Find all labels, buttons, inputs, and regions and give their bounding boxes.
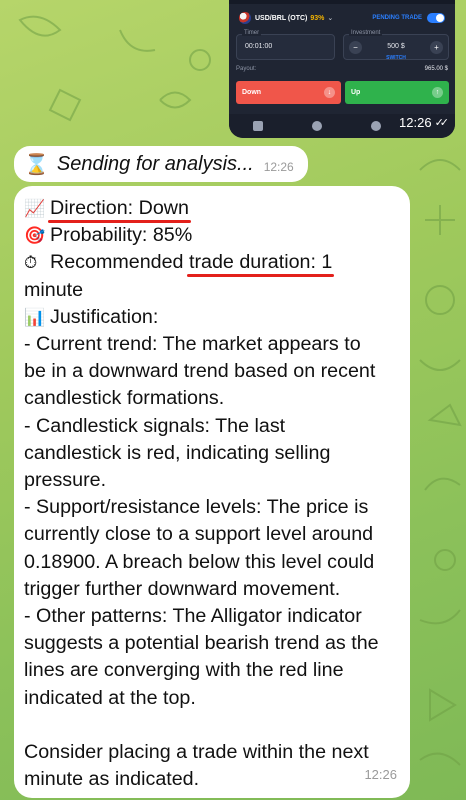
screenshot-message-time: 12:26 ✓✓ <box>399 115 450 130</box>
timer-value: 00:01:00 <box>245 43 273 50</box>
justification-text: 0.18900. A breach below this level could <box>24 550 375 573</box>
help-icon <box>311 121 322 131</box>
justification-text: indicated at the top. <box>24 686 196 709</box>
payout-percent: 93% <box>310 14 325 22</box>
asset-pair: USD/BRL (OTC) <box>255 14 308 22</box>
payout-amount: 965.00 $ <box>424 66 448 72</box>
duration-suffix: minute <box>24 278 84 301</box>
justification-text: - Other patterns: The Alligator indicato… <box>24 605 362 628</box>
duration-line: ⏱ Recommended trade duration: 1 <box>24 249 400 276</box>
timer-field: Timer 00:01:00 <box>236 30 335 60</box>
asset-header: USD/BRL (OTC) 93% ⌄ PENDING TRADE <box>239 10 445 26</box>
sent-time: 12:26 <box>399 115 432 130</box>
payout-row: Payout: 965.00 $ <box>236 66 448 72</box>
justification-text: trigger further downward movement. <box>24 577 341 600</box>
screenshot-top-bar <box>229 0 455 4</box>
investment-field: Investment − 500 $ SWITCH + <box>343 30 449 61</box>
sending-time: 12:26 <box>263 160 294 174</box>
chevron-down-icon: ⌄ <box>327 15 334 22</box>
double-check-icon: ✓✓ <box>434 117 450 129</box>
up-button-preview: Up ↑ <box>345 81 449 104</box>
trade-screenshot-image[interactable]: USD/BRL (OTC) 93% ⌄ PENDING TRADE Timer … <box>229 0 455 138</box>
bar-chart-icon: 📊 <box>24 307 46 327</box>
justification-line: 📊 Justification: <box>24 304 400 331</box>
justification-text: candlestick formations. <box>24 387 225 410</box>
arrow-up-icon: ↑ <box>432 87 443 98</box>
up-label: Up <box>351 89 361 96</box>
target-icon: 🎯 <box>24 226 46 246</box>
justification-text: - Current trend: The market appears to <box>24 333 361 356</box>
justification-text: pressure. <box>24 469 107 492</box>
closing-text: Consider placing a trade within the next <box>24 741 369 764</box>
payout-label: Payout: <box>236 66 257 72</box>
justification-text: - Support/resistance levels: The price i… <box>24 496 369 519</box>
probability-line: 🎯 Probability: 85% <box>24 222 400 249</box>
justification-text: currently close to a support level aroun… <box>24 523 374 546</box>
analysis-message-bubble[interactable]: 📈 Direction: Down 🎯 Probability: 85% ⏱ Reco… <box>14 186 410 798</box>
justification-text: suggests a potential bearish trend as th… <box>24 632 379 655</box>
justification-text: - Candlestick signals: The last <box>24 414 286 437</box>
duration-prefix: Recommended <box>50 251 189 274</box>
hourglass-icon: ⌛ <box>24 153 49 176</box>
justification-title: Justification: <box>50 305 159 328</box>
down-button-preview: Down ↓ <box>236 81 341 104</box>
down-label: Down <box>242 89 262 96</box>
sending-message-bubble[interactable]: ⌛ Sending for analysis... 12:26 <box>14 146 308 182</box>
direction-text: Direction: Down <box>50 197 189 219</box>
sending-text: Sending for analysis... <box>56 152 254 175</box>
justification-text: be in a downward trend based on recent <box>24 360 376 383</box>
flag-icon <box>239 12 251 24</box>
pending-trade-label: PENDING TRADE <box>372 15 422 21</box>
stopwatch-icon: ⏱ <box>24 253 38 273</box>
chart-down-icon: 📈 <box>24 199 46 218</box>
direction-line: 📈 Direction: Down <box>24 195 400 222</box>
analysis-time: 12:26 <box>364 766 397 782</box>
switch-label: SWITCH <box>386 55 406 61</box>
timer-label: Timer <box>242 30 262 36</box>
plus-icon: + <box>430 41 443 54</box>
closing-text: minute as indicated. <box>24 768 200 791</box>
user-icon <box>370 121 381 131</box>
investment-label: Investment <box>349 30 383 36</box>
justification-text: lines are converging with the red line <box>24 659 344 682</box>
image-icon <box>253 121 264 131</box>
justification-text: candlestick is red, indicating selling <box>24 441 331 464</box>
duration-underlined: trade duration: 1 <box>188 251 333 274</box>
probability-text: Probability: 85% <box>50 224 193 247</box>
arrow-down-icon: ↓ <box>324 87 335 98</box>
pending-trade-toggle <box>427 13 445 23</box>
